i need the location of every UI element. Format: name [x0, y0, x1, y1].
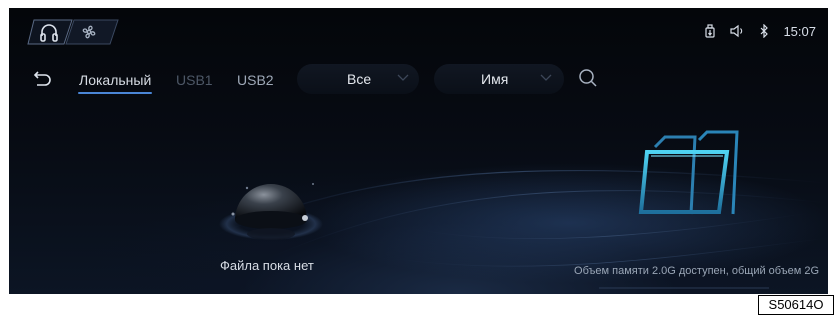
chevron-down-icon — [397, 74, 409, 81]
back-icon[interactable] — [33, 70, 53, 88]
tab-usb2[interactable]: USB2 — [237, 72, 274, 88]
chevron-down-icon — [540, 74, 552, 81]
tab-local[interactable]: Локальный — [79, 72, 151, 88]
filter-dropdown[interactable]: Все — [297, 64, 419, 94]
empty-state-message: Файла пока нет — [220, 258, 314, 273]
clock: 15:07 — [783, 23, 816, 39]
tab-underline — [78, 92, 152, 94]
search-icon[interactable] — [578, 68, 598, 88]
status-bar: 15:07 — [705, 20, 816, 42]
volume-icon — [730, 24, 743, 38]
mode-switcher[interactable] — [26, 19, 126, 45]
storage-info: Объем памяти 2.0G доступен, общий объем … — [574, 265, 819, 277]
file-manager-screen: 15:07 Локальный USB1 USB2 Все Имя Файла … — [9, 8, 828, 294]
empty-state-illustration — [219, 183, 323, 240]
sort-dropdown-value: Имя — [481, 71, 509, 87]
usb-drive-icon — [705, 24, 716, 38]
tab-usb1[interactable]: USB1 — [176, 72, 213, 88]
sort-dropdown[interactable]: Имя — [434, 64, 564, 94]
folder-icon — [638, 130, 739, 215]
filter-dropdown-value: Все — [347, 71, 372, 87]
figure-code-label: S50614O — [758, 295, 834, 315]
bluetooth-icon — [761, 24, 769, 38]
